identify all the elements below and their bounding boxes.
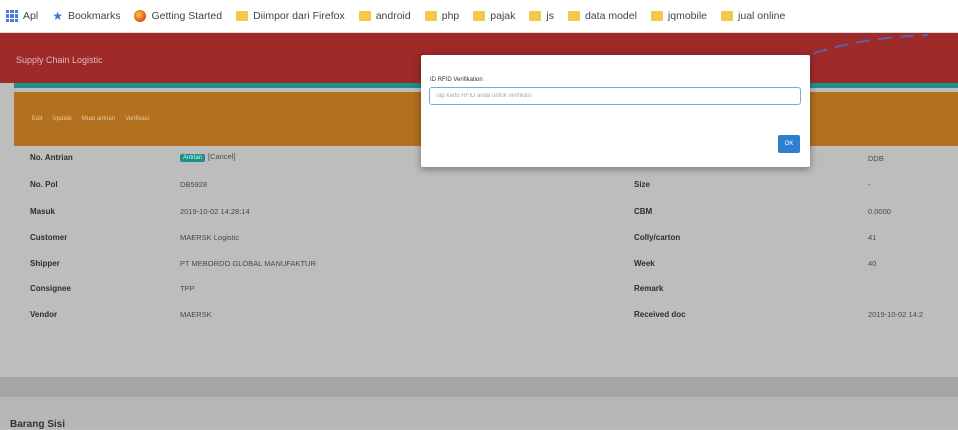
- label-received-doc: Received doc: [634, 310, 686, 319]
- rfid-label: ID RFID Verifikation: [430, 77, 483, 83]
- bookmark-bookmarks[interactable]: ★ Bookmarks: [52, 9, 120, 23]
- bookmark-label: Apl: [23, 10, 39, 22]
- section-barang: Barang Sisi: [0, 397, 958, 430]
- label-no-pol: No. Pol: [30, 180, 58, 189]
- value-consignee: TPP: [180, 284, 195, 293]
- status-badge: Antrian: [180, 154, 206, 162]
- bookmark-folder[interactable]: data model: [567, 10, 637, 22]
- label-masuk: Masuk: [30, 207, 55, 216]
- bookmark-label: php: [441, 10, 460, 22]
- bookmark-label: pajak: [490, 10, 516, 22]
- value-cbm: 0.0000: [868, 207, 891, 216]
- folder-icon: [473, 11, 486, 21]
- toolbar-link-verifikasi[interactable]: Verifikasi: [125, 116, 149, 122]
- folder-icon: [567, 11, 580, 21]
- bookmarks-bar: Apl ★ Bookmarks Getting Started Diimpor …: [0, 0, 958, 33]
- bookmark-label: js: [546, 10, 554, 22]
- cancel-link[interactable]: [Cancel]: [208, 152, 236, 161]
- label-consignee: Consignee: [30, 284, 71, 293]
- folder-icon: [529, 11, 542, 21]
- bookmark-folder[interactable]: php: [424, 10, 460, 22]
- apps-grid-icon: [6, 10, 18, 22]
- bookmark-label: Getting Started: [151, 10, 223, 22]
- folder-icon: [650, 11, 663, 21]
- app-title[interactable]: Supply Chain Logistic: [16, 55, 103, 65]
- ok-button[interactable]: OK: [778, 135, 800, 153]
- value-vendor: MAERSK: [180, 310, 212, 319]
- section-divider: [0, 377, 958, 397]
- toolbar-link-edit[interactable]: Edit: [32, 116, 42, 122]
- value-customer: MAERSK Logistic: [180, 233, 240, 242]
- bookmark-label: Bookmarks: [67, 10, 121, 22]
- star-icon: ★: [52, 9, 63, 23]
- bookmark-label: jqmobile: [667, 10, 708, 22]
- label-shipper: Shipper: [30, 259, 60, 268]
- label-no-antrian: No. Antrian: [30, 153, 73, 162]
- firefox-icon: [134, 10, 147, 22]
- bookmark-label: Diimpor dari Firefox: [253, 10, 345, 22]
- folder-icon: [358, 11, 371, 21]
- value-shipper: PT MEBORDO GLOBAL MANUFAKTUR: [180, 259, 316, 268]
- value-colly: 41: [868, 233, 877, 242]
- rfid-input[interactable]: [429, 87, 801, 105]
- section-title: Barang Sisi: [10, 419, 66, 430]
- label-colly: Colly/carton: [634, 233, 681, 242]
- label-customer: Customer: [30, 233, 68, 242]
- folder-icon: [424, 11, 437, 21]
- bookmark-label: android: [375, 10, 411, 22]
- bookmark-folder[interactable]: pajak: [473, 10, 515, 22]
- label-remark: Remark: [634, 284, 664, 293]
- bookmark-apl[interactable]: Apl: [6, 10, 38, 22]
- toolbar-link-muat-antrian[interactable]: Muat antrian: [82, 116, 115, 122]
- value-no-pol: DB5928: [180, 180, 208, 189]
- folder-icon: [721, 11, 734, 21]
- value-size: -: [868, 180, 871, 189]
- bookmark-folder[interactable]: js: [529, 10, 554, 22]
- folder-icon: [236, 11, 249, 21]
- value-week: 40: [868, 259, 877, 268]
- value-masuk: 2019-10-02 14:28:14: [180, 207, 250, 216]
- label-cbm: CBM: [634, 207, 653, 216]
- bookmark-folder[interactable]: android: [358, 10, 411, 22]
- bookmark-folder[interactable]: jual online: [721, 10, 785, 22]
- value-received-doc: 2019-10-02 14:2: [868, 310, 924, 319]
- bookmark-getting-started[interactable]: Getting Started: [134, 10, 222, 22]
- bookmark-folder[interactable]: Diimpor dari Firefox: [236, 10, 345, 22]
- bookmark-label: data model: [584, 10, 637, 22]
- decorative-watermark: [792, 34, 929, 62]
- bookmark-folder[interactable]: jqmobile: [650, 10, 708, 22]
- value-no-antrian: Antrian [Cancel]: [180, 152, 236, 162]
- toolbar-link-update[interactable]: Update: [52, 116, 71, 122]
- label-size: Size: [634, 180, 651, 189]
- label-week: Week: [634, 259, 655, 268]
- bookmark-label: jual online: [738, 10, 786, 22]
- label-vendor: Vendor: [30, 310, 58, 319]
- value-right-0: DDB: [868, 154, 884, 163]
- rfid-verification-dialog: ID RFID Verifikation OK: [421, 55, 810, 167]
